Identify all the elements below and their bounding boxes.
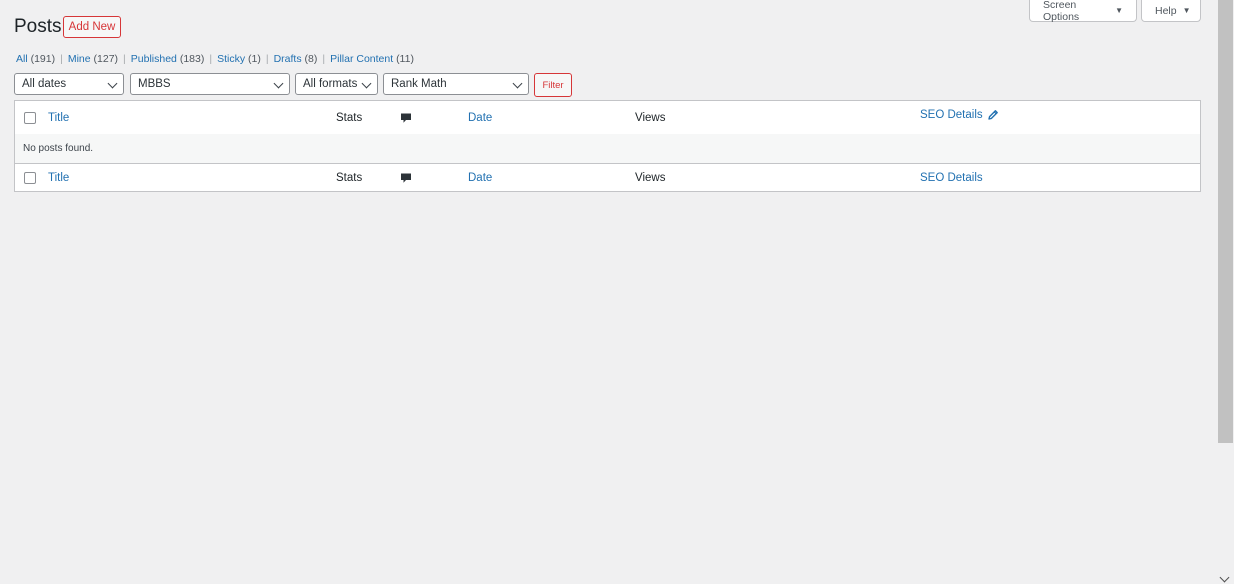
select-all-checkbox[interactable] (24, 112, 36, 124)
views-column-footer: Views (635, 171, 666, 184)
seo-details-link[interactable]: SEO Details (920, 109, 983, 121)
caret-down-icon: ▼ (1182, 6, 1191, 15)
table-header-row: Title Stats Date Views SEO Details (15, 101, 1200, 135)
posts-table: Title Stats Date Views SEO Details No po… (14, 100, 1201, 192)
scrollbar-thumb[interactable] (1218, 0, 1233, 443)
page-title: Posts (14, 16, 62, 37)
date-filter-select[interactable]: All dates (14, 73, 124, 95)
screen-options-label: Screen Options (1043, 0, 1080, 23)
view-separator: | (322, 53, 326, 65)
views-column-header: Views (635, 111, 666, 124)
table-footer-row: Title Stats Date Views SEO Details (15, 163, 1200, 192)
view-count: (8) (304, 53, 318, 65)
comment-icon (401, 113, 411, 123)
stats-column-header: Stats (336, 111, 363, 124)
comments-column-footer[interactable] (400, 163, 412, 192)
view-count: (1) (248, 53, 261, 65)
view-sticky[interactable]: Sticky (217, 53, 245, 65)
format-filter-value: All formats (303, 78, 358, 90)
view-separator: | (123, 53, 126, 65)
format-filter-select[interactable]: All formats (295, 73, 378, 95)
caret-down-icon: ▼ (1115, 6, 1123, 15)
view-count: (191) (30, 53, 56, 65)
view-count: (127) (93, 53, 119, 65)
view-published[interactable]: Published (131, 53, 177, 65)
filter-button[interactable]: Filter (534, 73, 572, 97)
chevron-down-icon (273, 78, 284, 89)
view-drafts[interactable]: Drafts (274, 53, 302, 65)
help-label: Help (1155, 4, 1177, 17)
chevron-down-icon (361, 78, 372, 89)
category-filter-value: MBBS (138, 78, 171, 90)
view-pillar-content[interactable]: Pillar Content (330, 53, 393, 65)
seo-details-column-header: SEO Details (920, 98, 999, 131)
comment-icon (401, 173, 411, 183)
screen-options-button[interactable]: Screen Options ▼ (1029, 0, 1137, 23)
date-column-header[interactable]: Date (468, 101, 492, 134)
help-button[interactable]: Help ▼ (1141, 0, 1201, 22)
view-count: (183) (179, 53, 205, 65)
comments-column-header[interactable] (400, 101, 412, 134)
view-mine[interactable]: Mine (68, 53, 91, 65)
date-column-footer[interactable]: Date (468, 163, 492, 192)
category-filter-select[interactable]: MBBS (130, 73, 290, 95)
add-new-button[interactable]: Add New (63, 16, 121, 38)
post-status-views: All (191) | Mine (127) | Published (183)… (16, 53, 414, 65)
stats-column-footer: Stats (336, 171, 363, 184)
chevron-down-icon (512, 78, 523, 89)
view-all[interactable]: All (16, 53, 28, 65)
seo-details-column-footer[interactable]: SEO Details (920, 163, 983, 192)
no-posts-message: No posts found. (23, 143, 94, 154)
screen-meta-links: Screen Options ▼ Help ▼ (1029, 0, 1201, 23)
vertical-scrollbar[interactable] (1217, 0, 1234, 584)
seo-filter-value: Rank Math (391, 78, 447, 90)
empty-row: No posts found. (15, 134, 1200, 164)
date-filter-value: All dates (22, 78, 67, 90)
title-column-header[interactable]: Title (48, 101, 69, 134)
view-count: (11) (396, 53, 414, 65)
select-all-checkbox[interactable] (24, 172, 36, 184)
chevron-down-icon (107, 78, 118, 89)
title-column-footer[interactable]: Title (48, 163, 69, 192)
seo-filter-select[interactable]: Rank Math (383, 73, 529, 95)
pencil-icon[interactable] (987, 109, 999, 121)
view-separator: | (60, 53, 63, 65)
view-separator: | (209, 53, 213, 65)
view-separator: | (265, 53, 269, 65)
scroll-down-arrow-icon[interactable] (1219, 572, 1230, 583)
